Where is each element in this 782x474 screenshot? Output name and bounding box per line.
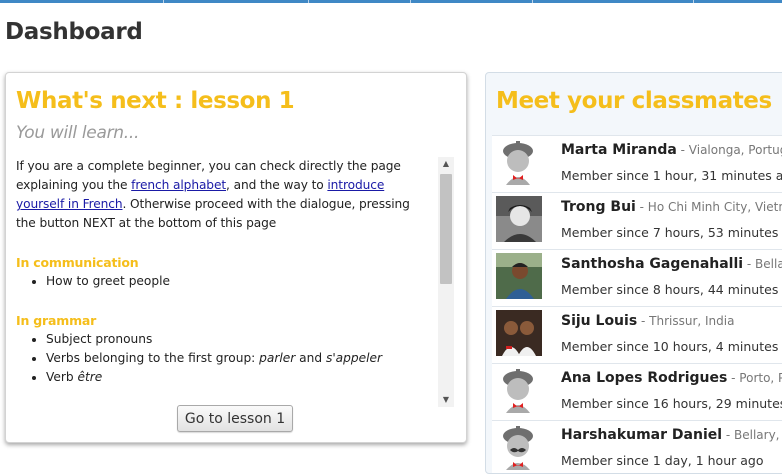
member-location: - Porto, Portugal [731,371,782,385]
member-name[interactable]: Trong Bui [561,199,636,215]
photo-avatar[interactable] [496,310,542,356]
classmate-item[interactable]: Siju Louis - Thrissur, India Member sinc… [492,306,782,363]
grammar-heading: In grammar [16,313,97,328]
default-avatar-icon[interactable] [496,139,542,185]
default-avatar-icon[interactable] [496,367,542,413]
intro-text: , and the way to [226,178,328,192]
member-since: Member since 16 hours, 29 minutes ago [561,396,782,411]
list-item: How to greet people [46,272,431,291]
classmate-name[interactable]: Harshakumar Daniel - Bellary, India [561,427,782,443]
classmate-item[interactable]: Ana Lopes Rodrigues - Porto, Portugal Me… [492,363,782,420]
member-since: Member since 8 hours, 44 minutes ago [561,282,782,297]
member-location: - Vialonga, Portugal [680,143,782,157]
photo-avatar[interactable] [496,253,542,299]
lesson-card: What's next : lesson 1 You will learn...… [5,72,467,443]
page-title: Dashboard [5,19,143,45]
communication-heading: In communication [16,255,139,270]
nav-divider [410,0,411,3]
scroll-up-arrow-icon[interactable]: ▲ [438,157,454,171]
member-name[interactable]: Marta Miranda [561,142,677,158]
lesson-scrollbar[interactable]: ▲ ▼ [438,157,454,407]
item-text: Verbs belonging to the first group: [46,351,260,365]
classmate-item[interactable]: Harshakumar Daniel - Bellary, India Memb… [492,420,782,473]
verb-sappeler: s'appeler [325,351,383,365]
nav-divider [532,0,533,3]
member-name[interactable]: Harshakumar Daniel [561,427,722,443]
member-location: - Ho Chi Minh City, Vietnam [639,200,782,214]
list-item: Subject pronouns [46,330,431,349]
member-name[interactable]: Santhosha Gagenahalli [561,256,743,272]
classmate-name[interactable]: Marta Miranda - Vialonga, Portugal [561,142,782,158]
default-avatar-mustache-icon[interactable] [496,424,542,470]
item-text: Verb [46,370,78,384]
nav-divider [308,0,309,3]
nav-divider [163,0,164,3]
member-since: Member since 1 day, 1 hour ago [561,453,764,468]
verb-etre: être [77,370,103,384]
classmate-name[interactable]: Trong Bui - Ho Chi Minh City, Vietnam [561,199,782,215]
member-since: Member since 1 hour, 31 minutes ago [561,168,782,183]
classmate-item[interactable]: Marta Miranda - Vialonga, Portugal Membe… [492,135,782,192]
list-item: Verbs belonging to the first group: parl… [46,349,431,368]
lesson-card-title: What's next : lesson 1 [16,88,295,114]
lesson-intro: If you are a complete beginner, you can … [16,157,431,233]
verb-parler: parler [259,351,296,365]
classmates-list: Marta Miranda - Vialonga, Portugal Membe… [492,135,782,473]
list-item: Verb être [46,368,431,387]
classmate-name[interactable]: Siju Louis - Thrissur, India [561,313,734,329]
french-alphabet-link[interactable]: french alphabet [131,178,226,192]
member-location: - Thrissur, India [637,314,735,328]
top-nav-bar [0,0,782,3]
lesson-content-scrollbox[interactable]: If you are a complete beginner, you can … [16,157,456,407]
classmate-item[interactable]: Santhosha Gagenahalli - Bellary, India M… [492,249,782,306]
classmate-name[interactable]: Ana Lopes Rodrigues - Porto, Portugal [561,370,782,386]
member-name[interactable]: Siju Louis [561,313,637,329]
classmates-card: Meet your classmates Marta Miranda - Via… [485,72,782,474]
member-since: Member since 10 hours, 4 minutes ago [561,339,782,354]
go-to-lesson-button[interactable]: Go to lesson 1 [177,405,293,432]
member-location: - Bellary, India [746,257,782,271]
photo-avatar[interactable] [496,196,542,242]
scrollbar-thumb[interactable] [440,174,452,284]
member-name[interactable]: Ana Lopes Rodrigues [561,370,727,386]
classmate-item[interactable]: Trong Bui - Ho Chi Minh City, Vietnam Me… [492,192,782,249]
nav-divider [693,0,694,3]
lesson-card-subtitle: You will learn... [16,123,140,143]
member-location: - Bellary, India [725,428,782,442]
item-text: and [295,351,326,365]
classmate-name[interactable]: Santhosha Gagenahalli - Bellary, India [561,256,782,272]
communication-list: How to greet people [16,272,431,291]
classmates-card-title: Meet your classmates [496,88,772,114]
member-since: Member since 7 hours, 53 minutes ago [561,225,782,240]
lesson-content: If you are a complete beginner, you can … [16,157,431,387]
grammar-list: Subject pronouns Verbs belonging to the … [16,330,431,387]
scroll-down-arrow-icon[interactable]: ▼ [438,393,454,407]
